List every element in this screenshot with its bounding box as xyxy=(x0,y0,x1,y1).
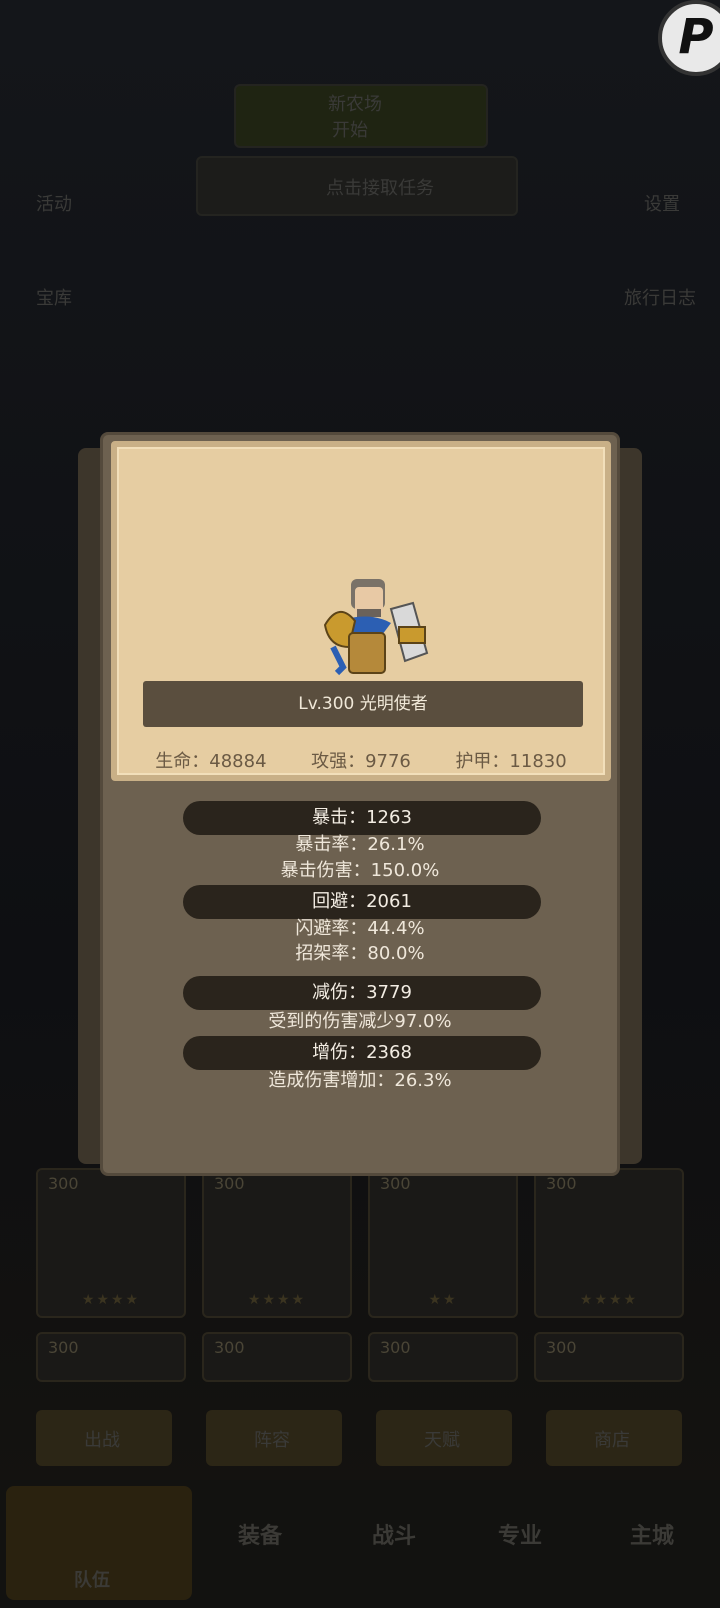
bg-button: 出战 xyxy=(36,1410,172,1466)
card-level: 300 xyxy=(546,1174,577,1193)
card-stars: ★★★★ xyxy=(247,1292,307,1308)
nav-item-city: 主城 xyxy=(630,1524,675,1549)
card-level: 300 xyxy=(48,1174,79,1193)
card-level: 300 xyxy=(546,1338,577,1357)
stat-line: 暴击率：26.1% xyxy=(295,834,425,855)
bg-button-label: 天赋 xyxy=(424,1430,460,1451)
task-button-label: 点击接取任务 xyxy=(326,178,434,199)
section-header-crit: 暴击：1263 xyxy=(183,801,541,835)
card-stars: ★★★★ xyxy=(579,1292,639,1308)
card-level: 300 xyxy=(380,1338,411,1357)
stat-hp: 生命：48884 xyxy=(155,751,267,772)
right-icon-travel-log: 旅行日志 xyxy=(624,288,696,309)
hero-card: 300 xyxy=(36,1332,186,1382)
card-level: 300 xyxy=(214,1174,245,1193)
bg-button-label: 商店 xyxy=(594,1430,630,1451)
section-header-evade: 回避：2061 xyxy=(183,885,541,919)
hero-card: 300 xyxy=(534,1332,684,1382)
task-button: 点击接取任务 xyxy=(196,156,518,216)
hero-card: 300 ★★★★ xyxy=(534,1168,684,1318)
card-level: 300 xyxy=(214,1338,245,1357)
bg-button: 商店 xyxy=(546,1410,682,1466)
hero-detail-modal[interactable]: Lv.300 光明使者 生命：48884 攻强：9776 护甲：11830 暴击… xyxy=(100,432,620,1176)
bg-button-label: 阵容 xyxy=(254,1430,290,1451)
left-icon-activity: 活动 xyxy=(36,194,72,215)
card-level: 300 xyxy=(48,1338,79,1357)
top-banner-line1: 新农场 xyxy=(328,94,382,115)
nav-item-battle: 战斗 xyxy=(372,1524,417,1549)
nav-item-equipment: 装备 xyxy=(238,1524,283,1549)
stat-attack: 攻强：9776 xyxy=(311,751,411,772)
nav-item-team-label: 队伍 xyxy=(74,1570,110,1591)
hero-card: 300 xyxy=(368,1332,518,1382)
section-header-damage-increase: 增伤：2368 xyxy=(183,1036,541,1070)
stat-line: 暴击伤害：150.0% xyxy=(280,860,440,881)
bg-button: 天赋 xyxy=(376,1410,512,1466)
hero-portrait-panel: Lv.300 光明使者 生命：48884 攻强：9776 护甲：11830 xyxy=(111,441,611,781)
stat-line: 招架率：80.0% xyxy=(295,943,425,964)
hero-card: 300 ★★★★ xyxy=(202,1168,352,1318)
hero-sprite-icon xyxy=(323,579,429,676)
nav-item-profession: 专业 xyxy=(498,1524,543,1549)
hero-card: 300 ★★★★ xyxy=(36,1168,186,1318)
card-level: 300 xyxy=(380,1174,411,1193)
bg-button: 阵容 xyxy=(206,1410,342,1466)
stat-armor: 护甲：11830 xyxy=(455,751,567,772)
top-banner: 新农场 开始 xyxy=(234,84,488,148)
hero-card: 300 xyxy=(202,1332,352,1382)
bg-button-label: 出战 xyxy=(84,1430,120,1451)
left-icon-treasury: 宝库 xyxy=(36,288,72,309)
hero-base-stats: 生命：48884 攻强：9776 护甲：11830 xyxy=(117,747,605,777)
card-stars: ★★ xyxy=(428,1292,458,1308)
stat-line: 闪避率：44.4% xyxy=(295,918,425,939)
section-header-damage-reduction: 减伤：3779 xyxy=(183,976,541,1010)
card-stars: ★★★★ xyxy=(81,1292,141,1308)
stat-line: 受到的伤害减少97.0% xyxy=(268,1011,452,1032)
hero-card: 300 ★★ xyxy=(368,1168,518,1318)
top-banner-line2: 开始 xyxy=(332,120,368,141)
hero-name-plate: Lv.300 光明使者 xyxy=(143,681,583,727)
right-icon-settings: 设置 xyxy=(644,194,680,215)
stat-line: 造成伤害增加：26.3% xyxy=(268,1070,452,1091)
